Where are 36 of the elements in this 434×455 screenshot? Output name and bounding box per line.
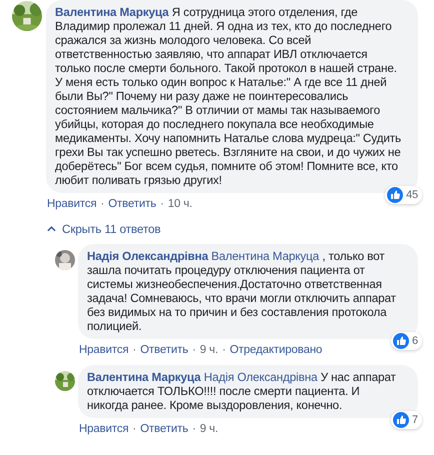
timestamp[interactable]: 9 ч.: [200, 422, 218, 436]
timestamp[interactable]: 9 ч.: [200, 343, 218, 357]
thumbs-up-icon: [393, 333, 410, 349]
comment-text: Надія Олександрівна Валентина Маркуца , только вот зашла почитать процедуру отключения пациента от системы жизнеобеспечения.Достаточно ответственная задача! Сомневаюсь, что врачи могли отключить аппарат без видимых на то причин и без составления протокола полицией.: [87, 249, 397, 333]
edited-label[interactable]: Отредактировано: [230, 343, 322, 357]
comment-text: Валентина Маркуца Надія Олександрівна У нас аппарат отключается ТОЛЬКО!!!! после смерти пациента. И никогда ранее. Кроме выздоровления, конечно.: [87, 370, 397, 412]
author-link[interactable]: Валентина Маркуца: [55, 5, 169, 19]
separator: ·: [192, 343, 196, 357]
thumbs-up-icon: [393, 412, 410, 428]
reaction-count: 45: [406, 189, 418, 201]
separator: ·: [100, 197, 104, 211]
comment-text: Валентина Маркуца Я сотрудница этого отделения, где Владимир пролежал 11 дней. Я одна из тех, кто до последнего сражался за жизнь молодого человека. Со всей ответственностью заявляю, что аппарат ИВЛ отключается только после смерти больного. Такой протокол в нашей стране. У меня есть только один вопрос к Наталье:" А где все 11 дней были Вы?" Почему ни разу даже не поинтересовались состоянием мальчика?" В отличии от мамы так называемого убийцы, которая до последнего покупала все необходимые медикаменты. Хочу напомнить Наталье слова мудреца:" Судить грехи Вы так успешно рветесь. Взгляните на свои, и до чужих не доберётесь" Бог всем судья, помните об этом! Помните все, кто любит поливать грязью других!: [55, 5, 402, 187]
hide-replies-link[interactable]: Скрыть 11 ответов: [47, 222, 418, 236]
separator: ·: [222, 343, 226, 357]
action-link[interactable]: Ответить: [108, 197, 156, 211]
author-link[interactable]: Валентина Маркуца: [87, 370, 201, 384]
reaction-badge[interactable]: 7: [391, 411, 422, 429]
reaction-badge[interactable]: 6: [391, 332, 422, 350]
reaction-count: 6: [412, 335, 418, 347]
reaction-count: 7: [412, 414, 418, 426]
action-link[interactable]: Нравится: [79, 422, 129, 436]
action-link[interactable]: Ответить: [140, 343, 188, 357]
timestamp[interactable]: 10 ч.: [168, 197, 192, 211]
action-link[interactable]: Нравится: [47, 197, 97, 211]
chevron-up-icon: [47, 226, 56, 232]
separator: ·: [132, 343, 136, 357]
separator: ·: [192, 422, 196, 436]
author-link[interactable]: Надія Олександрівна: [87, 249, 208, 263]
separator: ·: [160, 197, 164, 211]
action-link[interactable]: Ответить: [140, 422, 188, 436]
separator: ·: [132, 422, 136, 436]
mention-link[interactable]: Надія Олександрівна: [204, 370, 318, 384]
reaction-badge[interactable]: 45: [385, 186, 422, 204]
thumbs-up-icon: [387, 187, 404, 203]
mention-link[interactable]: Валентина Маркуца: [211, 249, 320, 263]
action-link[interactable]: Нравится: [79, 343, 129, 357]
